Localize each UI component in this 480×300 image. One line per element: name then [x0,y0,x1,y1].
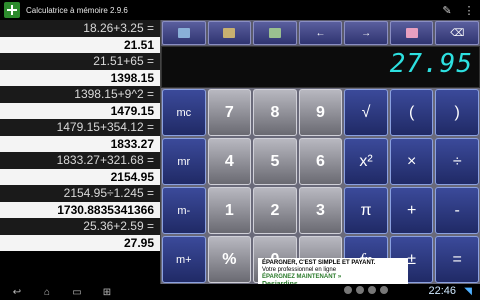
eraser-icon [405,28,418,38]
backspace-button[interactable]: ⌫ [435,21,480,45]
more-icon[interactable]: ⋮ [458,0,480,20]
notification-icon [380,286,388,294]
tool-icon[interactable]: ✎ [436,0,458,20]
history-expression[interactable]: 1833.27+321.68 = [0,152,160,169]
calculator-panel: ←→⌫ 27.95 mc789√()mr456x²×÷m-123π+-m+%0.… [161,20,480,284]
eraser-button[interactable] [389,21,434,45]
notification-icons [344,286,388,294]
history-result[interactable]: 1479.15 [0,102,160,119]
back-icon[interactable]: ↩ [8,287,26,298]
memory-plus-button[interactable]: m+ [162,236,206,283]
right-arrow-icon: → [361,27,372,39]
key-8[interactable]: 8 [253,89,297,136]
key-1[interactable]: 1 [207,187,252,234]
history-result[interactable]: 1398.15 [0,69,160,86]
pi-button[interactable]: π [344,187,388,234]
paste-button[interactable] [207,21,252,45]
title-bar: Calculatrice à mémoire 2.9.6 ✎ ⋮ [0,0,480,20]
screenshot-icon[interactable]: ⊞ [98,287,116,298]
history-result[interactable]: 1833.27 [0,135,160,152]
cursor-right-button[interactable]: → [344,21,388,45]
minus-button[interactable]: - [435,187,479,234]
ad-headline: ÉPARGNER, C'EST SIMPLE ET PAYANT. [262,260,376,266]
history-expression[interactable]: 25.36+2.59 = [0,218,160,235]
copy-icon [177,28,190,38]
equals-button[interactable]: = [435,236,479,283]
keypad: mc789√()mr456x²×÷m-123π+-m+%0.fn±= [161,88,480,284]
history-expression[interactable]: 2154.95÷1.245 = [0,185,160,202]
sqrt-button[interactable]: √ [344,89,388,136]
calculator-app-icon [4,2,20,18]
key-2[interactable]: 2 [253,187,297,234]
notification-icon [368,286,376,294]
key-5[interactable]: 5 [253,138,297,185]
memory-minus-button[interactable]: m- [162,187,206,234]
left-arrow-icon: ← [315,27,326,39]
multiply-button[interactable]: × [389,138,434,185]
history-expression[interactable]: 18.26+3.25 = [0,20,160,37]
history-result[interactable]: 2154.95 [0,168,160,185]
title-bar-actions: ✎ ⋮ [436,0,480,20]
copy-button[interactable] [162,21,206,45]
cursor-left-button[interactable]: ← [298,21,343,45]
screen-button[interactable] [253,21,297,45]
wifi-icon: ◥ [464,286,472,297]
ad-subline: Votre professionnel en ligne [262,267,337,273]
notification-icon [344,286,352,294]
percent-button[interactable]: % [207,236,252,283]
memory-recall-button[interactable]: mr [162,138,206,185]
ad-promo: ÉPARGNEZ MAINTENANT » [262,274,342,280]
key-4[interactable]: 4 [207,138,252,185]
history-expression[interactable]: 1398.15+9^2 = [0,86,160,103]
calculator-app: Calculatrice à mémoire 2.9.6 ✎ ⋮ 18.26+3… [0,0,480,300]
display-value: 27.95 [389,49,473,79]
app-title: Calculatrice à mémoire 2.9.6 [26,5,128,15]
system-status-bar: ↩ ⌂ ▭ ⊞ 22:46 ◥ [0,284,480,300]
display[interactable]: 27.95 [161,46,480,88]
key-3[interactable]: 3 [298,187,343,234]
screen-icon [268,28,281,38]
plus-button[interactable]: + [389,187,434,234]
notification-icon [356,286,364,294]
key-9[interactable]: 9 [298,89,343,136]
clock: 22:46 [428,285,456,297]
backspace-icon: ⌫ [450,27,465,39]
divide-button[interactable]: ÷ [435,138,479,185]
history-expression[interactable]: 21.51+65 = [0,53,160,70]
memory-clear-button[interactable]: mc [162,89,206,136]
history-result[interactable]: 21.51 [0,36,160,53]
history-result[interactable]: 27.95 [0,234,160,251]
nav-buttons: ↩ ⌂ ▭ ⊞ [8,284,116,300]
close-paren-button[interactable]: ) [435,89,479,136]
key-6[interactable]: 6 [298,138,343,185]
open-paren-button[interactable]: ( [389,89,434,136]
ad-banner[interactable]: ÉPARGNER, C'EST SIMPLE ET PAYANT. Votre … [258,258,408,288]
paste-icon [223,28,236,38]
home-icon[interactable]: ⌂ [38,287,56,298]
recent-apps-icon[interactable]: ▭ [68,287,86,298]
edit-toolbar: ← → ⌫ [161,20,480,46]
square-button[interactable]: x² [344,138,388,185]
history-panel[interactable]: 18.26+3.25 = 21.51 21.51+65 = 1398.15 1398.1… [0,20,161,284]
history-result[interactable]: 1730.8835341366 [0,201,160,218]
history-expression[interactable]: 1479.15+354.12 = [0,119,160,136]
key-7[interactable]: 7 [207,89,252,136]
